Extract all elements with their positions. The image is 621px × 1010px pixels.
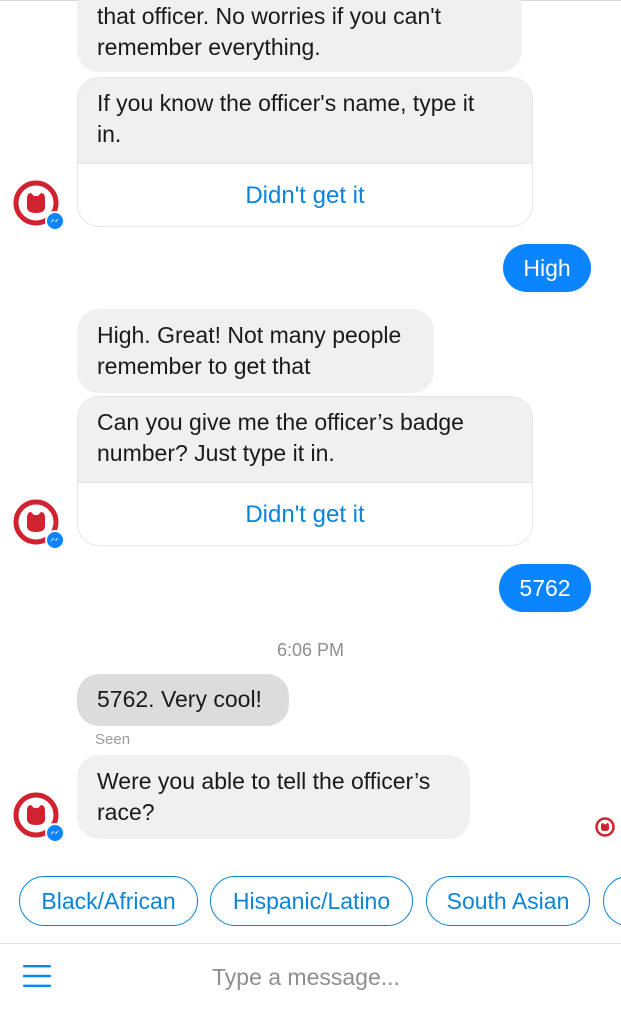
- card-text-line: number? Just type it in.: [97, 440, 335, 466]
- bot-avatar-icon: [13, 792, 64, 843]
- didnt-get-it-button[interactable]: Didn't get it: [78, 163, 532, 226]
- user-message-text: High: [523, 255, 571, 281]
- bot-message-line: that officer. No worries if you can't: [97, 3, 442, 29]
- bot-message-selected: 5762. Very cool!: [77, 674, 289, 726]
- quick-reply-black-african[interactable]: Black/African: [19, 876, 198, 926]
- bot-message-partial: that officer. No worries if you can't re…: [77, 0, 522, 72]
- quick-reply-hispanic-latino[interactable]: Hispanic/Latino: [210, 876, 413, 926]
- bot-message-line: Were you able to tell the officer’s: [97, 768, 431, 794]
- bot-card-badge-number: Can you give me the officer’s badge numb…: [77, 396, 533, 546]
- message-input[interactable]: [212, 958, 572, 996]
- card-text-line: Can you give me the officer’s badge: [97, 409, 464, 435]
- user-message-text: 5762: [519, 575, 571, 601]
- bot-avatar-icon: [13, 499, 64, 550]
- card-text-line: in.: [97, 121, 122, 147]
- bot-message-line: 5762. Very cool!: [97, 686, 262, 712]
- bot-card-officer-name: If you know the officer's name, type it …: [77, 77, 533, 227]
- chat-screen: that officer. No worries if you can't re…: [0, 0, 621, 1010]
- bot-message: Were you able to tell the officer’s race…: [77, 755, 470, 839]
- card-text: If you know the officer's name, type it …: [78, 78, 532, 163]
- seen-indicator: Seen: [95, 731, 131, 748]
- bot-message-line: High. Great! Not many people: [97, 322, 402, 348]
- user-message: High: [503, 244, 591, 292]
- card-text: Can you give me the officer’s badge numb…: [78, 397, 532, 482]
- bot-message-line: remember everything.: [97, 34, 321, 60]
- card-text-line: If you know the officer's name, type it: [97, 90, 475, 116]
- bot-message-line: remember to get that: [97, 353, 311, 379]
- user-message: 5762: [499, 564, 591, 612]
- composer-divider: [0, 943, 621, 944]
- bot-avatar-icon: [13, 180, 64, 231]
- didnt-get-it-button[interactable]: Didn't get it: [78, 482, 532, 545]
- bot-message: High. Great! Not many people remember to…: [77, 309, 434, 393]
- quick-reply-south-asian[interactable]: South Asian: [426, 876, 590, 926]
- read-receipt-icon: [595, 817, 615, 837]
- quick-reply-more[interactable]: [603, 876, 621, 926]
- hamburger-menu-icon[interactable]: [23, 962, 51, 990]
- message-timestamp: 6:06 PM: [276, 640, 345, 660]
- bot-message-line: race?: [97, 799, 155, 825]
